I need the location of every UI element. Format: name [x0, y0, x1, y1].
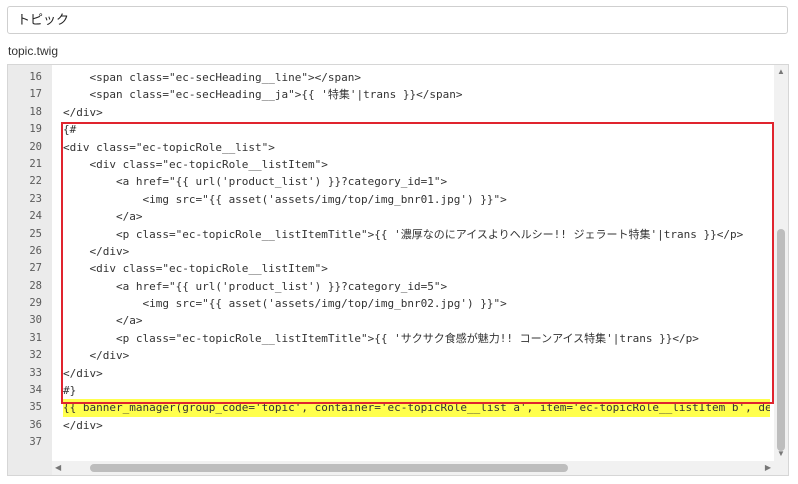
- code-line[interactable]: 18 </div>: [8, 104, 770, 121]
- line-code: {{ banner_manager(group_code='topic', co…: [63, 399, 770, 417]
- line-number: 25: [29, 227, 42, 240]
- code-line[interactable]: 25 <p class="ec-topicRole__listItemTitle…: [8, 226, 770, 243]
- scroll-up-icon[interactable]: ▲: [777, 68, 785, 76]
- line-code: {#: [63, 123, 77, 137]
- line-number: 26: [29, 244, 42, 257]
- line-code: <div class="ec-topicRole__list">: [63, 140, 275, 154]
- line-code: <a href="{{ url('product_list') }}?categ…: [63, 175, 448, 189]
- code-line[interactable]: 26 </div>: [8, 243, 770, 260]
- line-code: </div>: [63, 349, 130, 363]
- line-number: 28: [29, 279, 42, 292]
- vertical-scroll-thumb[interactable]: [777, 229, 785, 451]
- line-code: <p class="ec-topicRole__listItemTitle">{…: [63, 227, 744, 241]
- line-number: 36: [29, 418, 42, 431]
- file-name-label: topic.twig: [8, 44, 59, 58]
- line-number: 19: [29, 123, 42, 136]
- line-number: 24: [29, 210, 42, 223]
- code-line[interactable]: 21 <div class="ec-topicRole__listItem">: [8, 156, 770, 173]
- line-code: <span class="ec-secHeading__ja">{{ '特集'|…: [63, 88, 463, 102]
- line-number: 22: [29, 175, 42, 188]
- code-line[interactable]: 35 {{ banner_manager(group_code='topic', …: [8, 399, 770, 417]
- line-code: </div>: [63, 105, 103, 119]
- code-line[interactable]: 28 <a href="{{ url('product_list') }}?ca…: [8, 278, 770, 295]
- code-line[interactable]: 37: [8, 434, 770, 451]
- line-number: 34: [29, 384, 42, 397]
- code-line[interactable]: 30 </a>: [8, 312, 770, 329]
- line-number: 33: [29, 366, 42, 379]
- line-code: <div class="ec-topicRole__listItem">: [63, 157, 328, 171]
- line-code: <a href="{{ url('product_list') }}?categ…: [63, 279, 448, 293]
- line-number: 16: [29, 71, 42, 83]
- line-number: 29: [29, 297, 42, 310]
- line-code: </div>: [63, 418, 103, 432]
- code-line[interactable]: 17 <span class="ec-secHeading__ja">{{ '特…: [8, 86, 770, 103]
- line-number: 35: [29, 401, 42, 414]
- line-number: 20: [29, 140, 42, 153]
- line-code: #}: [63, 384, 77, 398]
- code-line[interactable]: 20 <div class="ec-topicRole__list">: [8, 139, 770, 156]
- code-line[interactable]: 19 {#: [8, 121, 770, 138]
- line-number: 31: [29, 331, 42, 344]
- line-code: </a>: [63, 314, 143, 328]
- line-code: <span class="ec-secHeading__line"></span…: [63, 71, 362, 84]
- line-number: 21: [29, 157, 42, 170]
- vertical-scrollbar[interactable]: ▲ ▼: [774, 65, 788, 475]
- scroll-right-icon[interactable]: ▶: [765, 464, 771, 472]
- code-lines[interactable]: 16 <span class="ec-secHeading__line"></s…: [8, 69, 770, 452]
- line-number: 18: [29, 105, 42, 118]
- line-number: 17: [29, 88, 42, 101]
- topic-title-value: トピック: [17, 12, 70, 27]
- code-line[interactable]: 24 </a>: [8, 208, 770, 225]
- line-number: 27: [29, 262, 42, 275]
- line-number: 32: [29, 349, 42, 362]
- line-code: </div>: [63, 244, 130, 258]
- code-line[interactable]: 22 <a href="{{ url('product_list') }}?ca…: [8, 173, 770, 190]
- code-line[interactable]: 36 </div>: [8, 417, 770, 434]
- code-editor[interactable]: 16 <span class="ec-secHeading__line"></s…: [7, 64, 789, 476]
- line-code: <img src="{{ asset('assets/img/top/img_b…: [63, 192, 507, 206]
- line-code: <p class="ec-topicRole__listItemTitle">{…: [63, 331, 699, 345]
- horizontal-scroll-thumb[interactable]: [90, 464, 568, 472]
- code-line[interactable]: 23 <img src="{{ asset('assets/img/top/im…: [8, 191, 770, 208]
- line-code: </a>: [63, 210, 143, 224]
- line-code: <img src="{{ asset('assets/img/top/img_b…: [63, 297, 507, 311]
- line-number: 30: [29, 314, 42, 327]
- line-number: 23: [29, 192, 42, 205]
- code-line[interactable]: 33 </div>: [8, 365, 770, 382]
- code-line[interactable]: 34 #}: [8, 382, 770, 399]
- line-number: 37: [29, 436, 42, 449]
- scroll-down-icon[interactable]: ▼: [777, 450, 785, 458]
- scroll-left-icon[interactable]: ◀: [55, 464, 61, 472]
- line-code: </div>: [63, 366, 103, 380]
- code-line[interactable]: 32 </div>: [8, 347, 770, 364]
- code-line[interactable]: 31 <p class="ec-topicRole__listItemTitle…: [8, 330, 770, 347]
- topic-title-input[interactable]: トピック: [7, 6, 788, 34]
- code-line[interactable]: 29 <img src="{{ asset('assets/img/top/im…: [8, 295, 770, 312]
- line-code: <div class="ec-topicRole__listItem">: [63, 262, 328, 276]
- code-line[interactable]: 16 <span class="ec-secHeading__line"></s…: [8, 69, 770, 86]
- horizontal-scrollbar[interactable]: ◀ ▶: [52, 461, 774, 475]
- code-line[interactable]: 27 <div class="ec-topicRole__listItem">: [8, 260, 770, 277]
